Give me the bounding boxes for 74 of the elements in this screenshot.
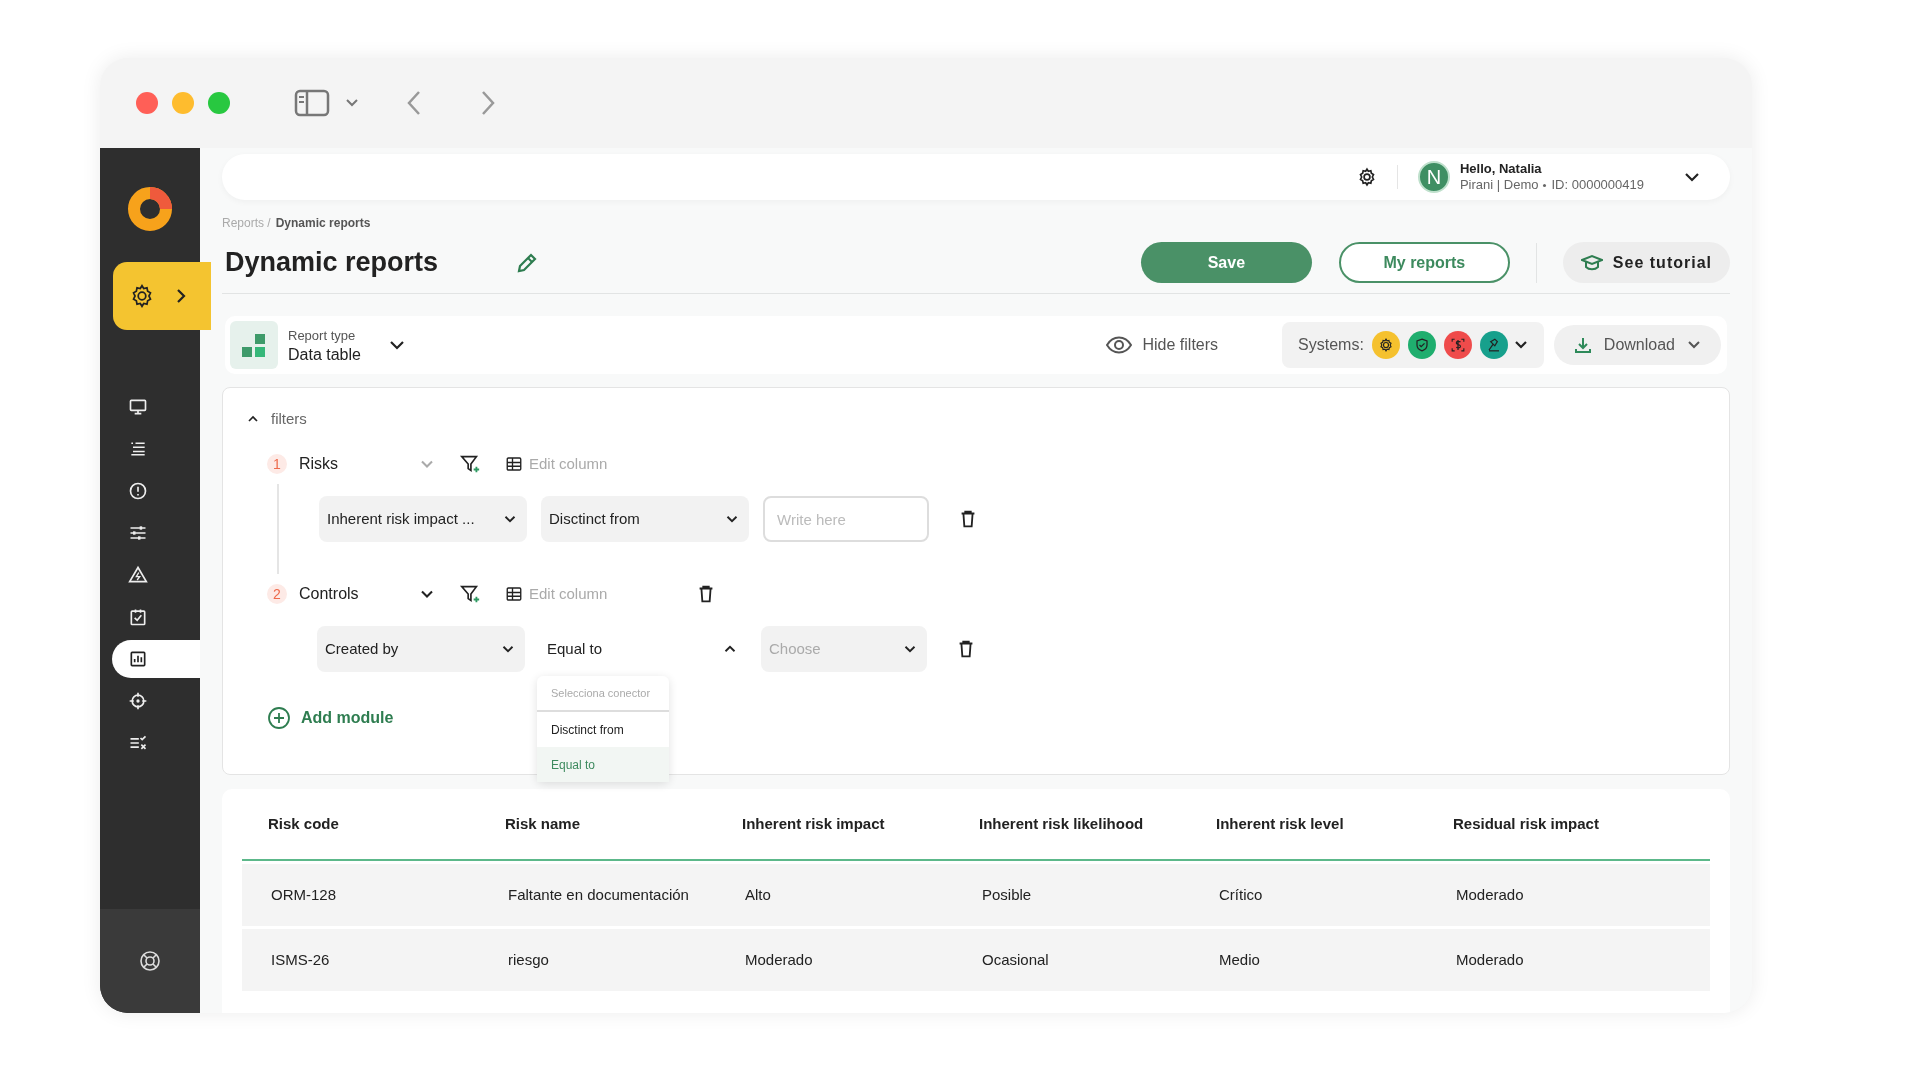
column-header: Risk name [504, 813, 582, 834]
gear-icon [129, 283, 155, 309]
see-tutorial-button[interactable]: See tutorial [1562, 242, 1730, 283]
add-filter-icon[interactable] [459, 453, 481, 475]
crosshair-icon [128, 691, 148, 711]
table-icon [505, 455, 523, 473]
add-icon [267, 706, 291, 730]
download-icon [1573, 336, 1592, 354]
module-name: Risks [299, 454, 340, 474]
organization-name: Pirani | Demo [1459, 177, 1539, 193]
module-number: 2 [267, 584, 287, 604]
logo-icon [127, 186, 173, 232]
menu-option[interactable]: Equal to [537, 747, 669, 782]
warning-icon [128, 565, 148, 585]
system-badge[interactable] [1371, 331, 1400, 359]
page-title: Dynamic reports [225, 246, 440, 280]
field-select[interactable]: Created by [317, 626, 525, 672]
save-button[interactable]: Save [1140, 242, 1312, 283]
download-button[interactable]: Download [1553, 325, 1721, 365]
my-reports-button[interactable]: My reports [1338, 242, 1510, 283]
eye-icon [1106, 336, 1133, 354]
column-header: Inherent risk likelihood [978, 813, 1145, 834]
alert-icon [128, 481, 148, 501]
close-window-button[interactable] [136, 92, 158, 114]
system-badge[interactable] [1407, 331, 1436, 359]
menu-header: Selecciona conector [537, 676, 669, 712]
module-selector[interactable] [113, 262, 211, 330]
systems-selector[interactable]: Systems: [1282, 322, 1544, 368]
monitor-icon [128, 397, 148, 417]
hide-filters-button[interactable]: Hide filters [1106, 333, 1219, 357]
menu-option[interactable]: Disctinct from [537, 712, 669, 747]
sidebar-item[interactable] [112, 640, 200, 678]
user-id: ID: 0000000419 [1551, 177, 1644, 193]
report-type-label: Report type [288, 327, 357, 345]
system-badge[interactable] [1443, 331, 1472, 359]
table-icon [505, 585, 523, 603]
sliders-icon [128, 523, 148, 543]
report-type-value[interactable]: Data table [288, 345, 361, 364]
filters-toggle[interactable]: filters [245, 408, 307, 431]
clipboard-check-icon [128, 607, 148, 627]
table-cell-text: ORM-128 [270, 884, 338, 905]
graduation-cap-icon [1580, 253, 1603, 272]
table-cell-text: Moderado [1455, 949, 1525, 970]
table-cell-text: riesgo [507, 949, 550, 970]
add-filter-icon[interactable] [459, 583, 481, 605]
table-cell-text: Crítico [1218, 884, 1264, 905]
column-header: Risk code [267, 813, 340, 834]
chevron-down-icon[interactable] [388, 339, 405, 351]
table-cell-text: Alto [744, 884, 772, 905]
table-cell-text: Moderado [744, 949, 814, 970]
column-header: Residual risk impact [1452, 813, 1600, 834]
table-cell-text: ISMS-26 [270, 949, 331, 970]
bar-chart-icon [128, 649, 148, 669]
help-icon[interactable] [139, 950, 161, 972]
module-number: 1 [267, 454, 287, 474]
chevron-down-icon [1513, 340, 1528, 350]
user-greeting: Hello, Natalia [1459, 161, 1543, 177]
chevron-down-icon [1687, 340, 1701, 350]
column-header: Inherent risk level [1215, 813, 1345, 834]
table-cell-text: Faltante en documentación [507, 884, 690, 905]
report-type-icon [230, 321, 278, 369]
chevron-right-icon [175, 288, 187, 304]
table-cell-text: Ocasional [981, 949, 1050, 970]
table-cell-text: Medio [1218, 949, 1261, 970]
user-avatar[interactable]: N [1417, 161, 1450, 193]
chevron-down-icon[interactable] [1684, 171, 1700, 183]
breadcrumb-current: Dynamic reports [275, 215, 371, 232]
system-badge[interactable] [1479, 331, 1508, 359]
table-cell-text: Moderado [1455, 884, 1525, 905]
list-icon [128, 439, 148, 459]
table-cell-text: Posible [981, 884, 1033, 905]
column-header: Inherent risk impact [741, 813, 886, 834]
module-name: Controls [299, 584, 360, 604]
sidebar-toggle-icon[interactable] [294, 89, 330, 117]
